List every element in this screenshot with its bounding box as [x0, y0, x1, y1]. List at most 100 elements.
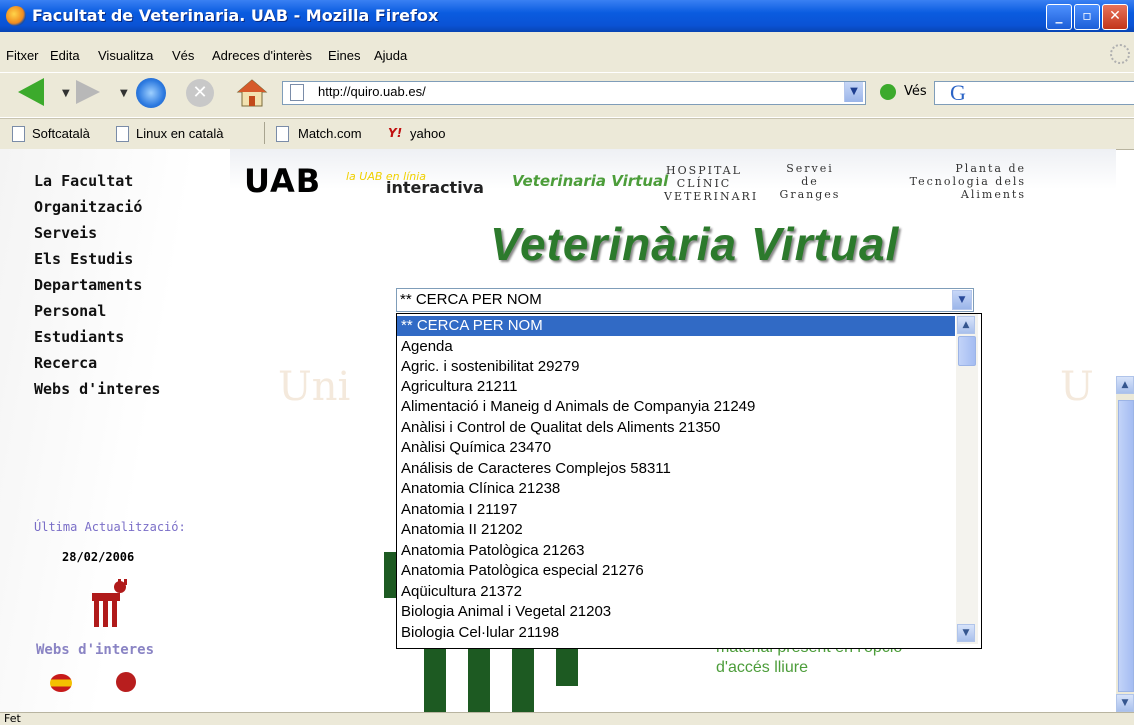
- hospital-line: HOSPITAL: [666, 164, 742, 177]
- option-item[interactable]: Biologia Cel·lular 21198: [401, 624, 559, 641]
- menu-edit[interactable]: Edita: [50, 48, 80, 63]
- select-value[interactable]: ** CERCA PER NOM: [400, 291, 542, 308]
- interactiva-link[interactable]: interactiva: [386, 178, 484, 197]
- option-item[interactable]: Aqüicultura 21372: [401, 583, 522, 600]
- option-item[interactable]: Anatomia I 21197: [401, 501, 517, 518]
- planta-line: Planta de: [955, 162, 1026, 175]
- option-item[interactable]: Agric. i sostenibilitat 29279: [401, 358, 579, 375]
- dropdown-scroll-up-icon[interactable]: ▲: [957, 316, 975, 334]
- status-text: Fet: [4, 712, 21, 725]
- hospital-line: VETERINARI: [664, 190, 759, 203]
- menu-bar: [0, 32, 1134, 72]
- left-nav-organitzacio[interactable]: Organització: [34, 198, 142, 216]
- last-update-label: Última Actualització:: [34, 520, 186, 534]
- option-item[interactable]: ** CERCA PER NOM: [401, 317, 543, 334]
- minimize-button[interactable]: _: [1046, 4, 1072, 30]
- select-options-list[interactable]: ** CERCA PER NOM Agenda Agric. i sosteni…: [396, 313, 982, 649]
- window-title: Facultat de Veterinaria. UAB - Mozilla F…: [32, 6, 439, 25]
- option-item[interactable]: Anatomia II 21202: [401, 521, 523, 538]
- scrollbar-thumb[interactable]: [1118, 400, 1134, 692]
- menu-tools[interactable]: Eines: [328, 48, 361, 63]
- menu-view[interactable]: Visualitza: [98, 48, 153, 63]
- option-item[interactable]: Anatomia Patològica 21263: [401, 542, 584, 559]
- webs-interes-footer[interactable]: Webs d'interes: [36, 642, 154, 658]
- option-item[interactable]: Anatomia Clínica 21238: [401, 480, 560, 497]
- servei-granges-link[interactable]: Servei de Granges: [770, 162, 850, 201]
- yahoo-icon: Y!: [388, 126, 403, 140]
- faculty-mascot-icon: [84, 577, 130, 629]
- green-bar-graphic: [424, 646, 446, 712]
- watermark-text: U: [1060, 364, 1094, 410]
- menu-file[interactable]: Fitxer: [6, 48, 39, 63]
- left-nav-serveis[interactable]: Serveis: [34, 224, 97, 242]
- bookmark-softcatala[interactable]: Softcatalà: [32, 126, 90, 141]
- access-line: d'accés lliure: [716, 659, 808, 676]
- reload-icon[interactable]: [136, 78, 166, 108]
- watermark-text: Uni: [278, 364, 351, 410]
- option-item[interactable]: Análisis de Caracteres Complejos 58311: [401, 460, 671, 477]
- servei-line: de: [801, 175, 819, 188]
- url-input[interactable]: http://quiro.uab.es/: [318, 84, 426, 99]
- menu-bookmarks[interactable]: Adreces d'interès: [212, 48, 312, 63]
- hospital-line: CLÍNIC: [676, 177, 732, 190]
- catalan-flag-icon[interactable]: [116, 672, 136, 692]
- select-dropdown-icon[interactable]: ▼: [952, 290, 972, 310]
- green-bar-graphic: [556, 646, 578, 686]
- close-button[interactable]: ✕: [1102, 4, 1128, 30]
- left-nav-personal[interactable]: Personal: [34, 302, 106, 320]
- option-item[interactable]: Agricultura 21211: [401, 378, 517, 395]
- bookmark-separator: [264, 122, 265, 144]
- bookmark-linux-catala[interactable]: Linux en català: [136, 126, 223, 141]
- green-bar-graphic: [512, 646, 534, 712]
- left-nav-recerca[interactable]: Recerca: [34, 354, 97, 372]
- option-item[interactable]: Anàlisi Química 23470: [401, 439, 551, 456]
- page-icon: [290, 84, 304, 101]
- left-nav-departaments[interactable]: Departaments: [34, 276, 142, 294]
- left-nav-webs-interes[interactable]: Webs d'interes: [34, 380, 160, 398]
- planta-line: Aliments: [960, 188, 1026, 201]
- uab-logo[interactable]: UAB: [244, 162, 321, 200]
- planta-line: Tecnologia dels: [909, 175, 1026, 188]
- left-nav-estudiants[interactable]: Estudiants: [34, 328, 124, 346]
- spanish-flag-icon[interactable]: [50, 674, 72, 692]
- go-icon[interactable]: [880, 84, 896, 100]
- servei-line: Servei: [786, 162, 834, 175]
- page-title: Veterinària Virtual: [490, 218, 900, 270]
- bookmark-yahoo[interactable]: yahoo: [410, 126, 445, 141]
- dropdown-scrollbar-thumb[interactable]: [958, 336, 976, 366]
- option-item[interactable]: Anatomia Patològica especial 21276: [401, 562, 644, 579]
- dropdown-scroll-down-icon[interactable]: ▼: [957, 624, 975, 642]
- planta-tecnologia-link[interactable]: Planta de Tecnologia dels Aliments: [886, 162, 1026, 201]
- google-icon[interactable]: G: [950, 80, 966, 106]
- bookmark-page-icon: [276, 126, 289, 142]
- scroll-up-icon[interactable]: ▲: [1116, 376, 1134, 394]
- back-dropdown-icon[interactable]: ▼: [62, 88, 70, 99]
- forward-dropdown-icon[interactable]: ▼: [120, 88, 128, 99]
- veterinaria-virtual-link[interactable]: Veterinaria Virtual: [512, 172, 668, 190]
- left-nav-la-facultat[interactable]: La Facultat: [34, 172, 133, 190]
- last-update-date: 28/02/2006: [62, 550, 135, 564]
- go-button-label[interactable]: Vés: [904, 84, 927, 99]
- throbber-icon: [1110, 44, 1130, 64]
- forward-arrow-icon[interactable]: [76, 80, 100, 104]
- stop-icon[interactable]: ✕: [186, 79, 214, 107]
- bookmark-match[interactable]: Match.com: [298, 126, 362, 141]
- left-nav-els-estudis[interactable]: Els Estudis: [34, 250, 133, 268]
- option-item[interactable]: Biologia Animal i Vegetal 21203: [401, 603, 611, 620]
- scroll-down-icon[interactable]: ▼: [1116, 694, 1134, 712]
- back-arrow-icon[interactable]: [18, 78, 44, 106]
- menu-go[interactable]: Vés: [172, 48, 194, 63]
- menu-help[interactable]: Ajuda: [374, 48, 407, 63]
- option-item[interactable]: Alimentació i Maneig d Animals de Compan…: [401, 398, 755, 415]
- option-item[interactable]: Agenda: [401, 338, 453, 355]
- url-history-dropdown-icon[interactable]: ▼: [844, 82, 863, 102]
- maximize-button[interactable]: ▫: [1074, 4, 1100, 30]
- home-icon[interactable]: [236, 78, 268, 108]
- servei-line: Granges: [779, 188, 841, 201]
- option-item[interactable]: Anàlisi i Control de Qualitat dels Alime…: [401, 419, 720, 436]
- hospital-clinic-link[interactable]: HOSPITAL CLÍNIC VETERINARI: [664, 164, 759, 203]
- firefox-icon: [6, 6, 26, 26]
- green-bar-graphic: [468, 646, 490, 712]
- status-bar: [0, 712, 1134, 725]
- bookmark-page-icon: [12, 126, 25, 142]
